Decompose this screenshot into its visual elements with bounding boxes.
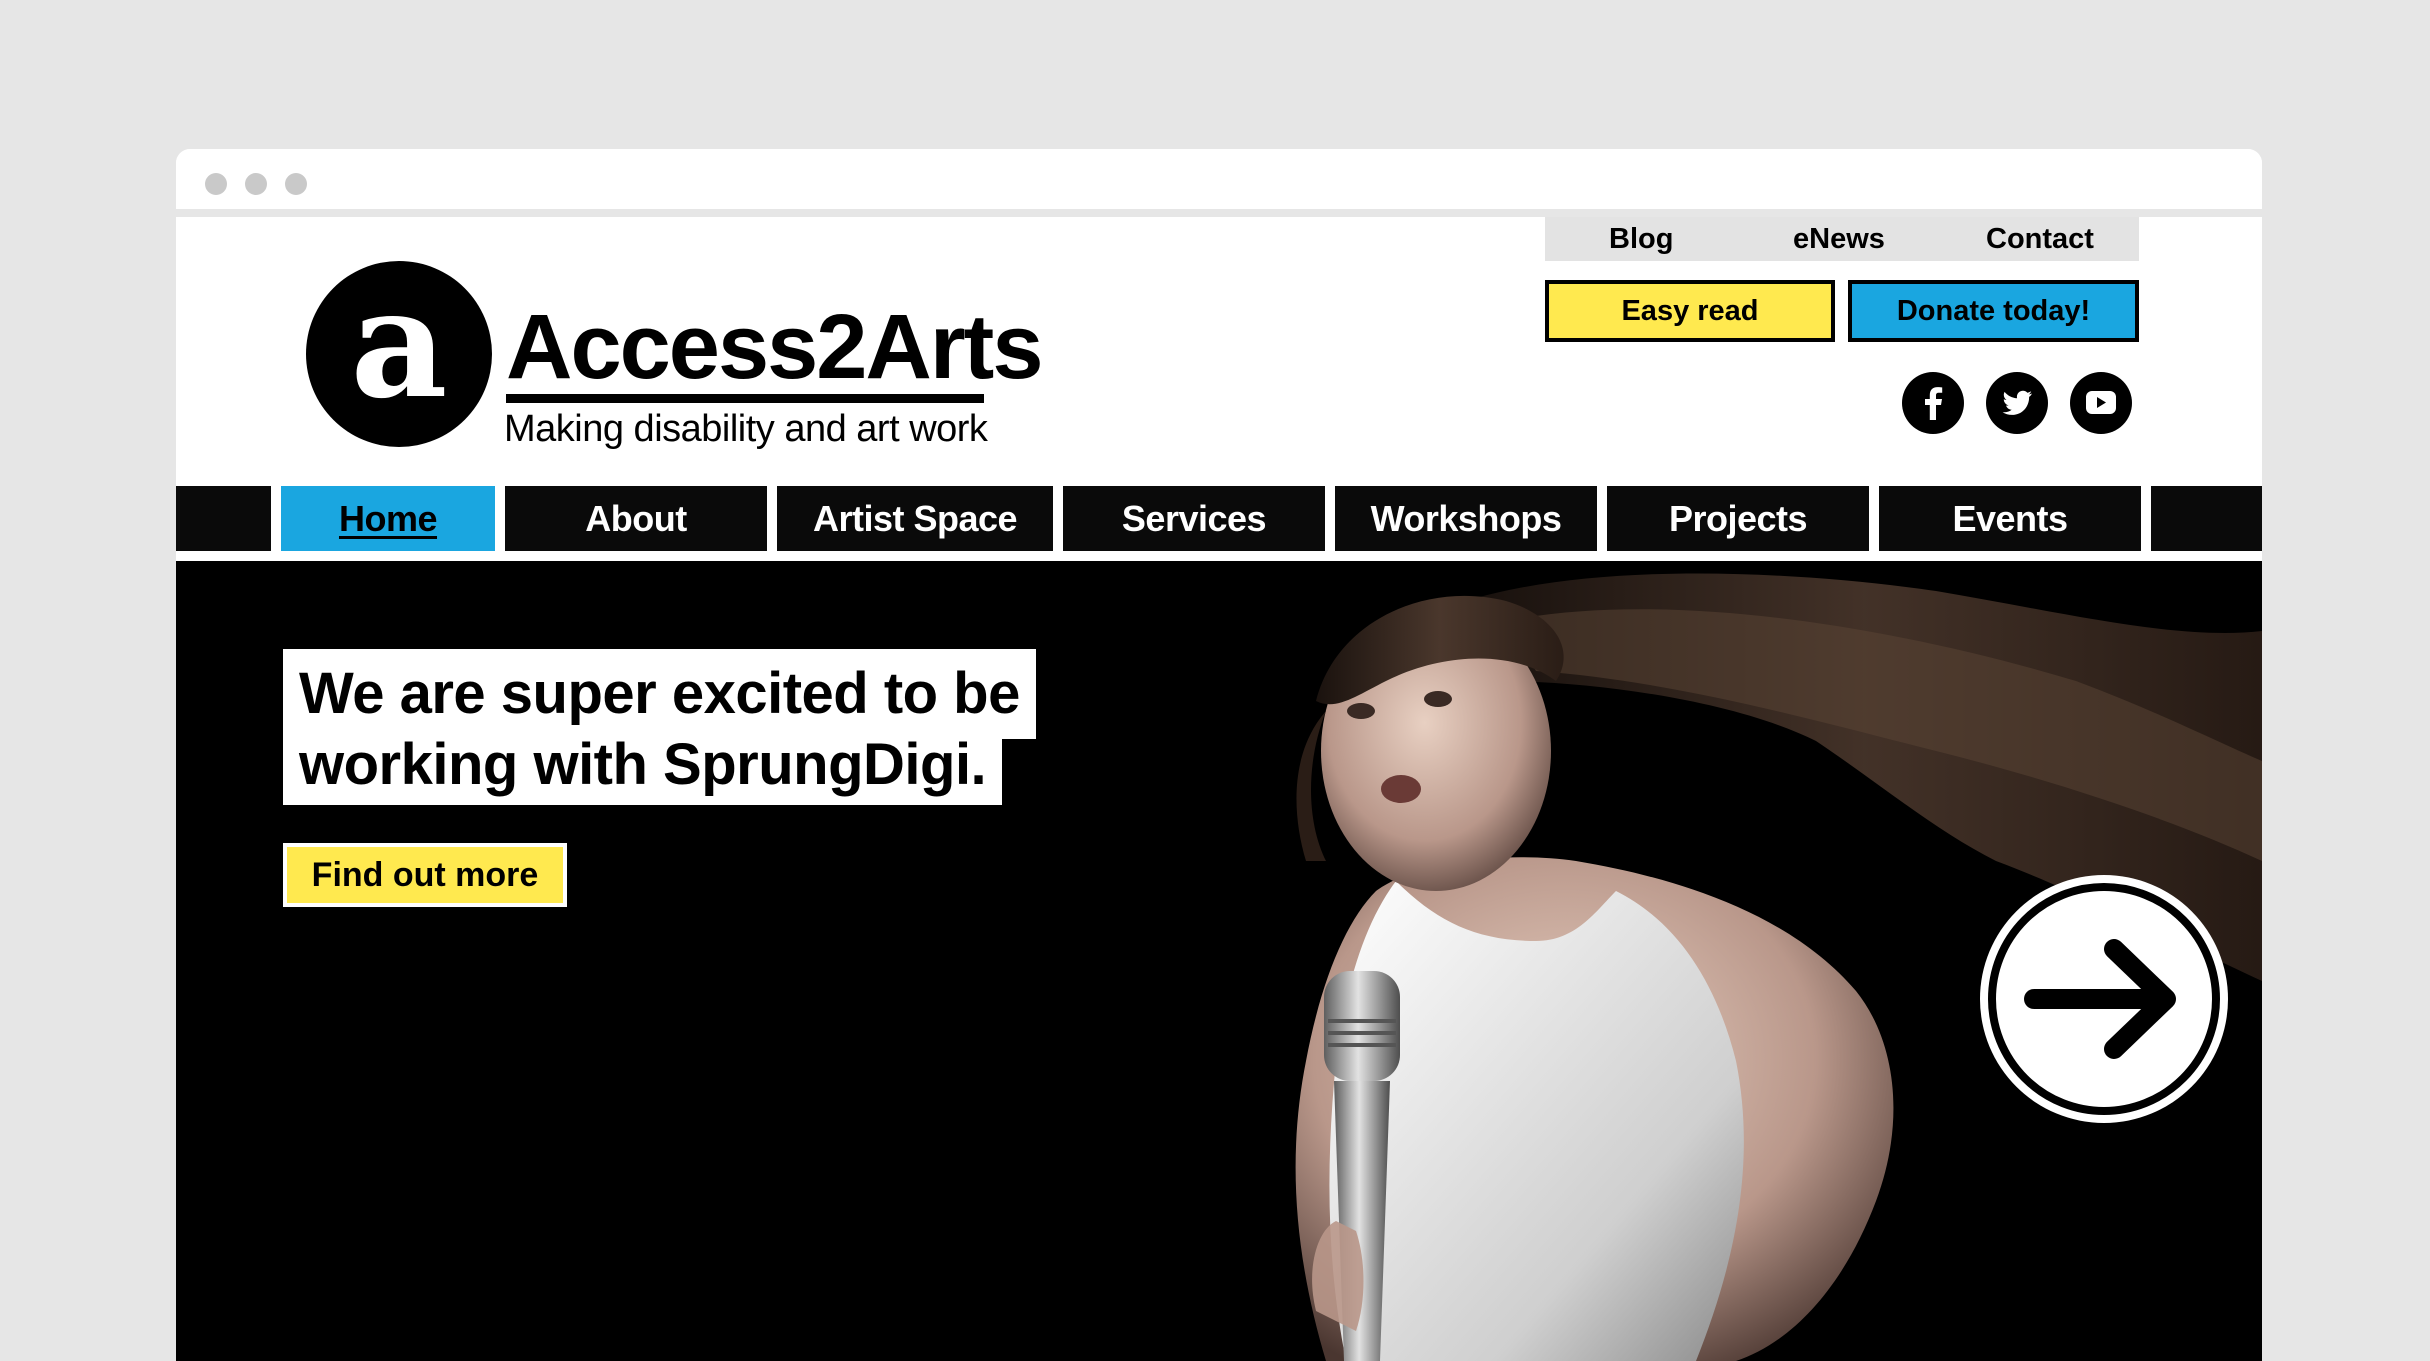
easy-read-button[interactable]: Easy read xyxy=(1545,280,1835,342)
arrow-right-icon xyxy=(2024,939,2176,1059)
logo-rule xyxy=(506,394,984,403)
youtube-icon xyxy=(2086,391,2116,414)
nav-item-events[interactable]: Events xyxy=(1879,486,2141,551)
hero-headline-line1: We are super excited to be xyxy=(283,649,1036,739)
utility-link-contact[interactable]: Contact xyxy=(1986,223,2094,256)
carousel-next-button[interactable] xyxy=(1988,883,2220,1115)
nav-filler-left xyxy=(176,486,271,551)
logo-tagline: Making disability and art work xyxy=(504,408,988,450)
browser-titlebar xyxy=(176,149,2262,217)
facebook-link[interactable] xyxy=(1902,372,1964,434)
nav-item-about[interactable]: About xyxy=(505,486,767,551)
main-nav: Home About Artist Space Services Worksho… xyxy=(176,486,2262,551)
nav-item-artist-space[interactable]: Artist Space xyxy=(777,486,1053,551)
hero-banner: We are super excited to be working with … xyxy=(176,561,2262,1361)
donate-button[interactable]: Donate today! xyxy=(1848,280,2139,342)
titlebar-divider xyxy=(176,209,2262,217)
window-dot-close[interactable] xyxy=(205,173,227,195)
twitter-icon xyxy=(2002,390,2032,415)
utility-link-blog[interactable]: Blog xyxy=(1609,223,1673,256)
window-dot-maximize[interactable] xyxy=(285,173,307,195)
hero-headline-line2: working with SprungDigi. xyxy=(283,727,1003,805)
nav-item-home[interactable]: Home xyxy=(281,486,495,551)
window-dot-minimize[interactable] xyxy=(245,173,267,195)
nav-item-projects[interactable]: Projects xyxy=(1607,486,1869,551)
nav-filler-right xyxy=(2151,486,2262,551)
logo-mark-letter: a xyxy=(350,256,448,432)
nav-item-workshops[interactable]: Workshops xyxy=(1335,486,1597,551)
browser-window: a Access2Arts Making disability and art … xyxy=(176,149,2262,1361)
youtube-link[interactable] xyxy=(2070,372,2132,434)
twitter-link[interactable] xyxy=(1986,372,2048,434)
facebook-icon xyxy=(1925,387,1943,420)
find-out-more-button[interactable]: Find out more xyxy=(283,843,567,907)
utility-link-enews[interactable]: eNews xyxy=(1793,223,1885,256)
microphone-image xyxy=(1312,971,1400,1361)
utility-nav: Blog eNews Contact xyxy=(1545,217,2139,261)
logo-mark: a xyxy=(306,261,492,447)
nav-item-services[interactable]: Services xyxy=(1063,486,1325,551)
logo-name: Access2Arts xyxy=(506,296,1043,398)
